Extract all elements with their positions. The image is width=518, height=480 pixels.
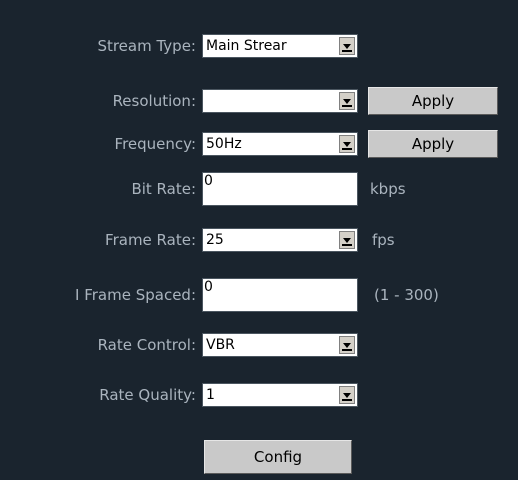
bit-rate-label: Bit Rate:	[131, 180, 196, 198]
frequency-select[interactable]: 50Hz	[202, 132, 358, 156]
resolution-apply-button[interactable]: Apply	[368, 87, 498, 115]
frequency-row: Frequency: 50Hz Apply	[0, 129, 518, 159]
dropdown-arrow-icon[interactable]	[339, 135, 355, 153]
frequency-apply-button[interactable]: Apply	[368, 130, 498, 158]
frame-rate-label: Frame Rate:	[105, 231, 196, 249]
rate-quality-row: Rate Quality: 1	[0, 380, 518, 410]
rate-quality-select[interactable]: 1	[202, 383, 358, 407]
dropdown-arrow-icon[interactable]	[339, 336, 355, 354]
frame-rate-unit: fps	[372, 231, 395, 249]
i-frame-spaced-input[interactable]: 0	[202, 278, 358, 312]
dropdown-arrow-icon[interactable]	[339, 37, 355, 55]
frame-rate-select[interactable]: 25	[202, 228, 358, 252]
frame-rate-value: 25	[206, 232, 224, 248]
config-button[interactable]: Config	[204, 440, 352, 474]
rate-quality-label: Rate Quality:	[99, 386, 196, 404]
i-frame-spaced-row: I Frame Spaced: 0 (1 - 300)	[0, 278, 518, 312]
bit-rate-unit: kbps	[370, 180, 406, 198]
stream-type-label: Stream Type:	[97, 37, 196, 55]
dropdown-arrow-icon[interactable]	[339, 92, 355, 110]
rate-control-select[interactable]: VBR	[202, 333, 358, 357]
frame-rate-row: Frame Rate: 25 fps	[0, 225, 518, 255]
stream-type-value: Main Strear	[206, 38, 287, 54]
video-settings-panel: Stream Type: Main Strear Resolution: App…	[0, 0, 518, 480]
rate-control-label: Rate Control:	[97, 336, 196, 354]
i-frame-spaced-label: I Frame Spaced:	[75, 286, 196, 304]
stream-type-select[interactable]: Main Strear	[202, 34, 358, 58]
dropdown-arrow-icon[interactable]	[339, 231, 355, 249]
rate-quality-value: 1	[206, 387, 215, 403]
bit-rate-input[interactable]: 0	[202, 172, 358, 206]
bit-rate-row: Bit Rate: 0 kbps	[0, 172, 518, 206]
frequency-value: 50Hz	[206, 136, 242, 152]
rate-control-row: Rate Control: VBR	[0, 330, 518, 360]
resolution-label: Resolution:	[112, 92, 196, 110]
i-frame-spaced-range: (1 - 300)	[374, 286, 439, 304]
stream-type-row: Stream Type: Main Strear	[0, 31, 518, 61]
resolution-select[interactable]	[202, 89, 358, 113]
frequency-label: Frequency:	[114, 135, 196, 153]
rate-control-value: VBR	[206, 337, 235, 353]
resolution-row: Resolution: Apply	[0, 86, 518, 116]
dropdown-arrow-icon[interactable]	[339, 386, 355, 404]
